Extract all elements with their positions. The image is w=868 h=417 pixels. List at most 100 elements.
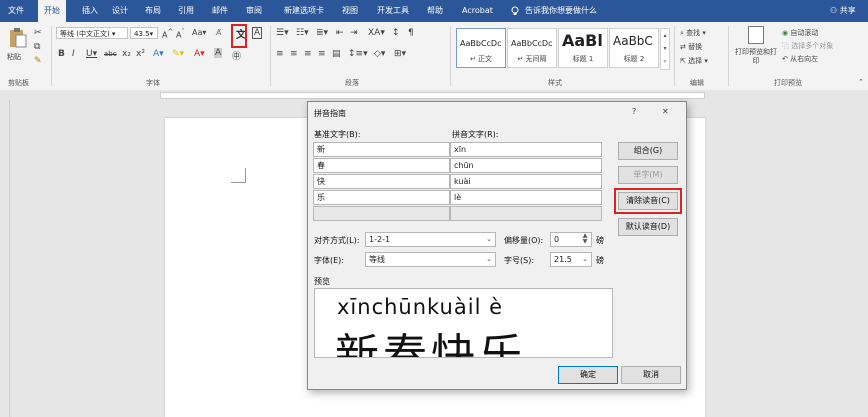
- tab-references[interactable]: 引用: [178, 0, 194, 22]
- vertical-ruler[interactable]: [0, 100, 10, 417]
- distributed-icon[interactable]: ▤: [332, 49, 341, 59]
- shrink-font-icon[interactable]: Aˇ: [176, 28, 185, 40]
- increase-indent-icon[interactable]: ⇥: [350, 28, 358, 38]
- font-select[interactable]: 等线 ⌄: [365, 252, 496, 267]
- character-border-icon[interactable]: A: [252, 27, 263, 39]
- offset-spinner[interactable]: 0 ▲ ▼: [550, 232, 592, 247]
- paste-label[interactable]: 粘贴: [7, 52, 21, 62]
- character-shading-icon[interactable]: A: [214, 48, 223, 58]
- bullets-icon[interactable]: ☰▾: [276, 28, 289, 38]
- ruby-text-field[interactable]: xīn: [450, 142, 602, 157]
- base-text-field[interactable]: [313, 206, 450, 221]
- find-button[interactable]: ⌕ 查找 ▾: [680, 28, 706, 38]
- tab-developer[interactable]: 开发工具: [377, 0, 409, 22]
- tab-insert[interactable]: 插入: [82, 0, 98, 22]
- print-preview-icon[interactable]: [748, 26, 764, 44]
- highlight-color-icon[interactable]: ✎▾: [172, 49, 184, 59]
- copy-icon[interactable]: ⧉: [34, 42, 40, 52]
- format-painter-icon[interactable]: ✎: [34, 56, 42, 66]
- rtl-icon: ↶: [782, 55, 791, 63]
- cut-icon[interactable]: ✂: [34, 28, 42, 38]
- chinese-layout-icon[interactable]: ⅩA▾: [368, 28, 385, 38]
- auto-scroll-button[interactable]: ◉ 自动滚动: [782, 28, 818, 38]
- bold-icon[interactable]: B: [58, 49, 65, 59]
- divider: [728, 26, 729, 86]
- tab-review[interactable]: 审阅: [246, 0, 262, 22]
- collapse-ribbon-icon[interactable]: ⌃: [858, 78, 864, 86]
- base-text-field[interactable]: 乐: [313, 190, 450, 205]
- spinner-arrows-icon[interactable]: ▲ ▼: [579, 233, 591, 246]
- font-color-icon[interactable]: A▾: [194, 49, 205, 59]
- base-text-field[interactable]: 春: [313, 158, 450, 173]
- font-name-dropdown[interactable]: 等线 (中文正文) ▾: [56, 27, 128, 39]
- style-heading-2[interactable]: AaBbC 标题 2: [609, 28, 659, 68]
- base-text-field[interactable]: 新: [313, 142, 450, 157]
- justify-icon[interactable]: ≡: [318, 49, 326, 59]
- style-sample: AaBbC: [613, 34, 653, 48]
- subscript-icon[interactable]: x₂: [122, 49, 131, 59]
- tab-design[interactable]: 设计: [112, 0, 128, 22]
- tab-home[interactable]: 开始: [38, 0, 66, 22]
- style-heading-1[interactable]: AaBl 标题 1: [558, 28, 608, 68]
- ruby-text-field[interactable]: lè: [450, 190, 602, 205]
- enclose-characters-icon[interactable]: ㊥: [232, 49, 241, 62]
- style-sample: AaBbCcDc: [511, 39, 553, 48]
- borders-icon[interactable]: ⊞▾: [394, 49, 406, 59]
- style-normal[interactable]: AaBbCcDc ↵ 正文: [456, 28, 506, 68]
- horizontal-ruler[interactable]: [0, 90, 868, 100]
- share-button[interactable]: ⚇ 共享: [830, 0, 856, 22]
- size-select[interactable]: 21.5 ⌄: [550, 252, 592, 267]
- rtl-button[interactable]: ↶ 从右向左: [782, 54, 818, 64]
- mono-button[interactable]: 单字(M): [618, 166, 678, 184]
- italic-icon[interactable]: I: [72, 49, 75, 59]
- chevron-down-icon: ⌄: [486, 255, 492, 263]
- cancel-button[interactable]: 取消: [621, 366, 681, 384]
- select-button[interactable]: ⇱ 选择 ▾: [680, 56, 708, 66]
- multilevel-list-icon[interactable]: ≣▾: [316, 28, 328, 38]
- group-label-editing: 编辑: [690, 79, 704, 87]
- tab-layout[interactable]: 布局: [145, 0, 161, 22]
- print-preview-label[interactable]: 打印预览和打印: [734, 48, 778, 66]
- tab-mailings[interactable]: 邮件: [212, 0, 228, 22]
- sort-icon[interactable]: ↕: [392, 28, 400, 38]
- select-multiple-icon: ⿻: [782, 42, 792, 50]
- close-icon[interactable]: ✕: [662, 107, 669, 116]
- help-icon[interactable]: ?: [632, 107, 636, 116]
- tab-view[interactable]: 视图: [342, 0, 358, 22]
- tell-me-search[interactable]: 告诉我你想要做什么: [525, 0, 597, 22]
- shading-icon[interactable]: ◇▾: [374, 49, 385, 59]
- alignment-select[interactable]: 1-2-1 ⌄: [365, 232, 496, 247]
- clear-formatting-icon[interactable]: A̸: [216, 28, 221, 37]
- ruby-text-field[interactable]: [450, 206, 602, 221]
- tab-acrobat[interactable]: Acrobat: [462, 0, 493, 22]
- chevron-down-icon: ⌄: [582, 255, 588, 263]
- default-reading-button[interactable]: 默认读音(D): [618, 218, 678, 236]
- align-center-icon[interactable]: ≡: [290, 49, 298, 59]
- base-text-field[interactable]: 快: [313, 174, 450, 189]
- font-size-dropdown[interactable]: 43.5▾: [130, 27, 158, 39]
- select-multiple-button[interactable]: ⿻ 选择多个对象: [782, 41, 833, 51]
- group-button[interactable]: 组合(G): [618, 142, 678, 160]
- underline-icon[interactable]: U▾: [86, 49, 97, 59]
- style-no-spacing[interactable]: AaBbCcDc ↵ 无间隔: [507, 28, 557, 68]
- tab-file[interactable]: 文件: [8, 0, 24, 22]
- superscript-icon[interactable]: x²: [136, 49, 145, 59]
- tab-help[interactable]: 帮助: [427, 0, 443, 22]
- ruby-text-field[interactable]: kuài: [450, 174, 602, 189]
- ok-button[interactable]: 确定: [558, 366, 618, 384]
- tab-new-tab[interactable]: 新建选项卡: [284, 0, 324, 22]
- grow-font-icon[interactable]: A^: [162, 28, 173, 40]
- decrease-indent-icon[interactable]: ⇤: [336, 28, 344, 38]
- ruby-text-field[interactable]: chūn: [450, 158, 602, 173]
- paste-icon[interactable]: [8, 27, 28, 49]
- text-effects-icon[interactable]: A▾: [153, 49, 164, 59]
- show-marks-icon[interactable]: ¶: [408, 28, 414, 38]
- align-right-icon[interactable]: ≡: [304, 49, 312, 59]
- align-left-icon[interactable]: ≡: [276, 49, 284, 59]
- line-spacing-icon[interactable]: ↕≡▾: [348, 49, 368, 59]
- change-case-icon[interactable]: Aa▾: [192, 28, 206, 37]
- numbering-icon[interactable]: ☷▾: [296, 28, 309, 38]
- replace-button[interactable]: ⇄ 替换: [680, 42, 702, 52]
- styles-gallery-scroll[interactable]: ▴ ▾ ▿: [660, 28, 670, 70]
- strikethrough-icon[interactable]: abc: [104, 50, 117, 58]
